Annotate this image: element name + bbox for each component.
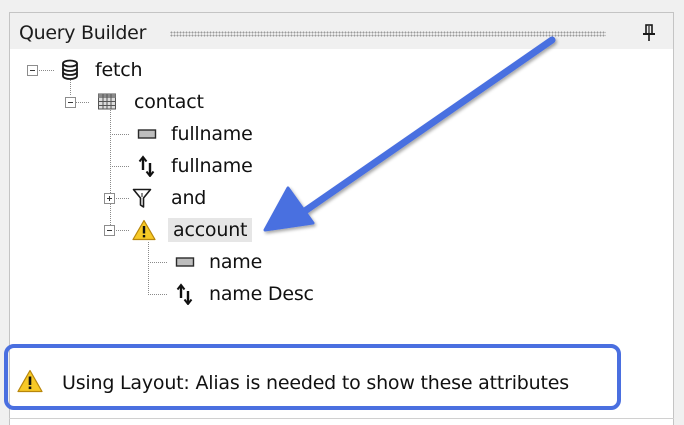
tree-connector: [110, 166, 130, 167]
warning-icon: [132, 219, 156, 241]
tree-node-filter-and[interactable]: and: [171, 186, 206, 210]
sort-order-icon: [176, 283, 193, 305]
tree-connector: [39, 70, 54, 71]
tree-node-link-account[interactable]: account: [168, 218, 253, 242]
tree-connector: [110, 134, 130, 135]
tree-node-attribute-fullname[interactable]: fullname: [171, 122, 253, 146]
entity-grid-icon: [98, 93, 116, 110]
attribute-icon: [137, 129, 157, 139]
panel-title: Query Builder: [19, 22, 147, 44]
tree-connector: [116, 198, 130, 199]
expand-and-toggle[interactable]: [104, 193, 115, 204]
collapse-fetch-toggle[interactable]: [27, 65, 38, 76]
pin-icon[interactable]: [639, 23, 659, 43]
attribute-icon: [175, 257, 195, 267]
panel-grip[interactable]: [170, 31, 606, 37]
tree-node-order-fullname[interactable]: fullname: [171, 154, 253, 178]
status-divider: [9, 418, 674, 419]
collapse-contact-toggle[interactable]: [65, 97, 76, 108]
panel-header: Query Builder: [9, 12, 674, 50]
tree-node-order-name-desc[interactable]: name Desc: [209, 282, 314, 306]
tree-connector: [148, 262, 168, 263]
query-builder-window: Query Builder fetch contact fullname ful…: [0, 0, 684, 425]
tree-connector: [76, 102, 90, 103]
collapse-account-toggle[interactable]: [104, 225, 115, 236]
tree-connector: [110, 110, 111, 232]
tree-connector: [148, 242, 149, 295]
tree-connector: [70, 80, 71, 96]
sort-order-icon: [138, 155, 155, 177]
database-icon: [62, 59, 78, 80]
tree-connector: [148, 294, 168, 295]
tree-node-contact[interactable]: contact: [134, 90, 204, 114]
annotation-callout-box: [4, 344, 621, 410]
filter-icon: [132, 188, 152, 208]
tree-node-fetch[interactable]: fetch: [95, 58, 143, 82]
tree-node-attribute-name[interactable]: name: [209, 250, 262, 274]
tree-connector: [116, 230, 130, 231]
